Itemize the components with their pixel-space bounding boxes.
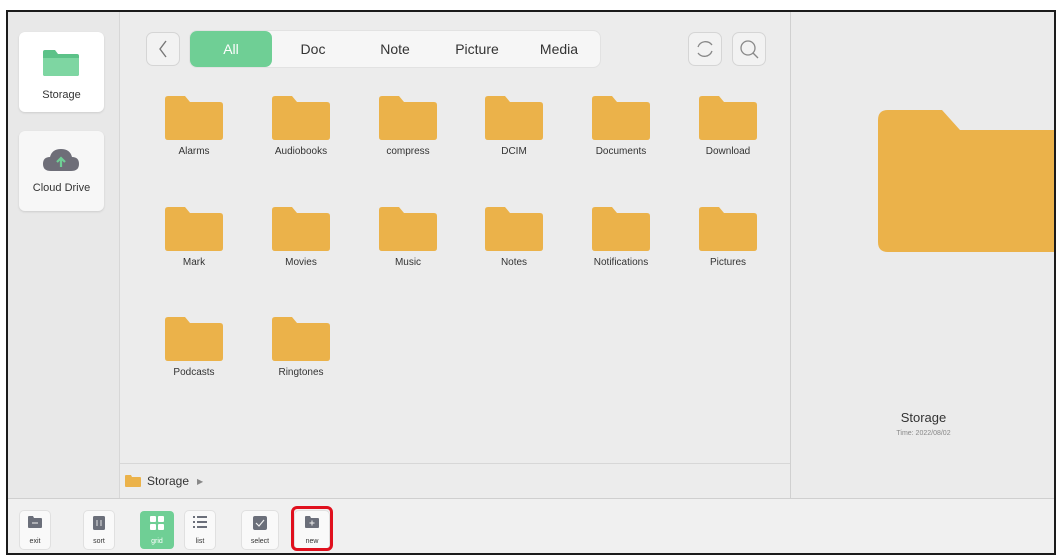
grid-icon	[150, 516, 164, 530]
folder-icon	[272, 96, 330, 140]
folder-icon	[272, 317, 330, 361]
folder-name: Notes	[500, 257, 528, 268]
folder-item[interactable]: Alarms	[149, 96, 239, 157]
tab-note[interactable]: Note	[354, 31, 436, 67]
sidebar: Storage Cloud Drive	[8, 12, 120, 498]
select-label: select	[250, 538, 270, 545]
sort-icon	[93, 516, 105, 530]
folder-item[interactable]: Mark	[149, 207, 239, 268]
sidebar-item-label: Storage	[42, 89, 81, 101]
grid-view-button[interactable]: grid	[140, 511, 174, 549]
refresh-icon	[697, 41, 713, 57]
sidebar-item-label: Cloud Drive	[32, 182, 91, 194]
folder-name: Notifications	[593, 257, 649, 268]
folder-name: Download	[705, 146, 751, 157]
list-label: list	[195, 538, 205, 545]
select-button[interactable]: select	[242, 511, 278, 549]
folder-name: Music	[394, 257, 422, 268]
breadcrumb-label: Storage	[147, 474, 190, 488]
folder-item[interactable]: Audiobooks	[256, 96, 346, 157]
back-icon	[159, 40, 167, 58]
folder-item[interactable]: Ringtones	[256, 317, 346, 378]
folder-name: Alarms	[178, 146, 210, 157]
exit-label: exit	[29, 538, 41, 545]
folder-name: Pictures	[709, 257, 747, 268]
chevron-right-icon: ▶	[197, 476, 204, 486]
folder-icon	[165, 96, 223, 140]
cloud-upload-icon	[43, 149, 79, 171]
folder-item[interactable]: Podcasts	[149, 317, 239, 378]
tab-doc[interactable]: Doc	[272, 31, 354, 67]
sort-button[interactable]: sort	[84, 511, 114, 549]
preview-name: Storage	[900, 410, 947, 425]
folder-item[interactable]: Movies	[256, 207, 346, 268]
breadcrumb[interactable]: Storage ▶	[125, 474, 203, 488]
folder-name: Movies	[285, 257, 317, 268]
bottom-toolbar: exit sort grid list select new	[8, 498, 1054, 553]
checkbox-icon	[253, 516, 267, 530]
folder-name: Audiobooks	[274, 146, 328, 157]
folder-icon	[43, 50, 79, 76]
folder-icon	[699, 96, 757, 140]
folder-icon	[165, 207, 223, 251]
sort-label: sort	[93, 538, 105, 545]
new-label: new	[305, 538, 319, 545]
folder-icon	[379, 207, 437, 251]
folder-item[interactable]: compress	[363, 96, 453, 157]
search-button[interactable]	[732, 32, 766, 66]
folder-icon	[592, 96, 650, 140]
search-icon	[740, 40, 759, 59]
back-button[interactable]	[146, 32, 180, 66]
folder-name: compress	[386, 146, 430, 157]
folder-item[interactable]: Notifications	[576, 207, 666, 268]
folder-icon	[165, 317, 223, 361]
folder-preview-icon	[878, 110, 1054, 252]
folder-name: Podcasts	[173, 367, 215, 378]
folder-item[interactable]: Notes	[469, 207, 559, 268]
folder-icon	[125, 475, 141, 487]
folder-icon	[485, 207, 543, 251]
content-area: All Doc Note Picture Media Alarms Audiobo…	[120, 12, 790, 498]
folder-icon	[485, 96, 543, 140]
breadcrumb-bar: Storage ▶	[120, 463, 790, 498]
folder-icon	[592, 207, 650, 251]
new-folder-button[interactable]: new	[295, 511, 329, 549]
preview-time: Time: 2022/08/02	[896, 430, 951, 437]
exit-button[interactable]: exit	[20, 511, 50, 549]
folder-name: Mark	[182, 257, 206, 268]
list-icon	[193, 516, 207, 528]
folder-item[interactable]: Documents	[576, 96, 666, 157]
tab-all[interactable]: All	[190, 31, 272, 67]
preview-panel: Storage Time: 2022/08/02	[790, 12, 1054, 498]
folder-icon	[272, 207, 330, 251]
sidebar-item-cloud-drive[interactable]: Cloud Drive	[19, 131, 104, 211]
grid-label: grid	[151, 538, 163, 545]
folder-item[interactable]: DCIM	[469, 96, 559, 157]
exit-icon	[28, 516, 42, 528]
tab-media[interactable]: Media	[518, 31, 600, 67]
folder-icon	[699, 207, 757, 251]
category-tabs: All Doc Note Picture Media	[190, 31, 600, 67]
sidebar-item-storage[interactable]: Storage	[19, 32, 104, 112]
folder-item[interactable]: Download	[683, 96, 773, 157]
list-view-button[interactable]: list	[185, 511, 215, 549]
folder-name: Ringtones	[278, 367, 324, 378]
tab-picture[interactable]: Picture	[436, 31, 518, 67]
folder-name: Documents	[595, 146, 647, 157]
refresh-button[interactable]	[688, 32, 722, 66]
new-folder-icon	[305, 516, 319, 528]
folder-icon	[379, 96, 437, 140]
folder-item[interactable]: Pictures	[683, 207, 773, 268]
file-manager-window: Storage Cloud Drive All Doc Note Picture…	[6, 10, 1056, 555]
folder-name: DCIM	[501, 146, 527, 157]
folder-item[interactable]: Music	[363, 207, 453, 268]
